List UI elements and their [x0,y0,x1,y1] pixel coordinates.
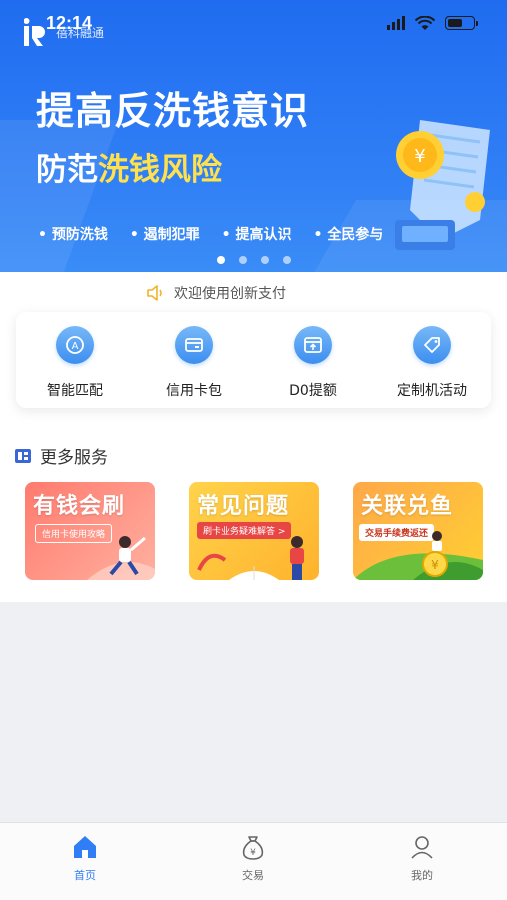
banner-tags: 预防洗钱 遏制犯罪 提高认识 全民参与 [38,224,383,244]
tag-icon [413,326,451,364]
more-services-header: 更多服务 [14,443,108,468]
home-icon [74,836,96,858]
match-icon: A [56,326,94,364]
raise-limit-icon [294,326,332,364]
wifi-icon [415,16,435,30]
notice-bar: 欢迎使用创新支付 [146,283,286,303]
banner-tag: 遏制犯罪 [130,224,200,244]
hero-banner[interactable]: 12:14 蓓科融通 提高反洗钱意识 防范洗钱风险 预防洗钱 遏制犯罪 提高认识… [0,0,507,272]
promo-title: 有钱会刷 [33,494,126,519]
quick-action-label: D0提额 [289,383,337,399]
quick-action-label: 信用卡包 [166,383,222,399]
carousel-dots[interactable] [0,256,507,264]
banner-subtitle-prefix: 防范 [36,152,98,188]
carousel-dot[interactable] [260,256,269,264]
svg-text:A: A [72,341,79,352]
coin-receipt-illustration: ¥ [395,120,490,250]
quick-actions-card: A 智能匹配 信用卡包 D0提额 定制机活动 [16,312,491,408]
svg-text:¥: ¥ [250,848,256,858]
promo-card-credit-tips[interactable]: 有钱会刷 信用卡使用攻略 [25,482,155,580]
battery-icon [445,16,478,30]
tab-label: 我的 [411,869,433,882]
bottom-tab-bar: 首页 ¥ 交易 我的 [0,822,507,900]
carousel-dot[interactable] [238,256,247,264]
person-illustration [87,536,155,580]
quick-action-card-wallet[interactable]: 信用卡包 [135,326,253,400]
money-bag-icon: ¥ [242,836,264,860]
quick-action-label: 定制机活动 [397,383,467,399]
carousel-dot[interactable] [216,256,225,264]
banner-subtitle: 防范洗钱风险 [36,144,222,189]
section-title: 更多服务 [40,448,108,468]
status-bar: 12:14 蓓科融通 [0,0,507,46]
tab-label: 首页 [74,869,96,882]
quick-action-d0-raise[interactable]: D0提额 [254,326,372,400]
quick-action-label: 智能匹配 [47,383,103,399]
quick-action-smart-match[interactable]: A 智能匹配 [16,326,134,400]
banner-subtitle-highlight: 洗钱风险 [98,152,222,188]
banner-title: 提高反洗钱意识 [36,89,310,133]
tab-label: 交易 [242,869,264,882]
notice-text: 欢迎使用创新支付 [174,286,286,302]
tab-transactions[interactable]: ¥ 交易 [213,833,293,883]
promo-title: 常见问题 [197,494,290,519]
svg-text:¥: ¥ [414,146,425,167]
promo-title: 关联兑鱼 [361,494,454,519]
user-icon [411,836,433,859]
tab-me[interactable]: 我的 [382,833,462,883]
quick-action-custom-device[interactable]: 定制机活动 [373,326,491,400]
app-logo-icon [24,18,45,46]
banner-tag: 提高认识 [222,224,291,244]
tab-home[interactable]: 首页 [45,833,125,883]
svg-text:¥: ¥ [431,558,439,572]
banner-tag: 预防洗钱 [38,224,108,244]
app-name: 蓓科融通 [56,26,105,40]
promo-card-faq[interactable]: 常见问题 刷卡业务疑难解答 > [189,482,319,580]
carousel-dot[interactable] [282,256,291,264]
speaker-icon [147,285,162,301]
cellular-signal-icon [387,16,405,30]
banner-decoration [0,120,120,272]
reader-illustration [197,536,304,580]
banner-tag: 全民参与 [313,224,383,244]
services-icon [15,448,31,463]
card-icon [175,326,213,364]
promo-card-fee-rebate[interactable]: 关联兑鱼 交易手续费返还 ¥ [353,482,483,580]
coin-illustration: ¥ [353,531,483,580]
